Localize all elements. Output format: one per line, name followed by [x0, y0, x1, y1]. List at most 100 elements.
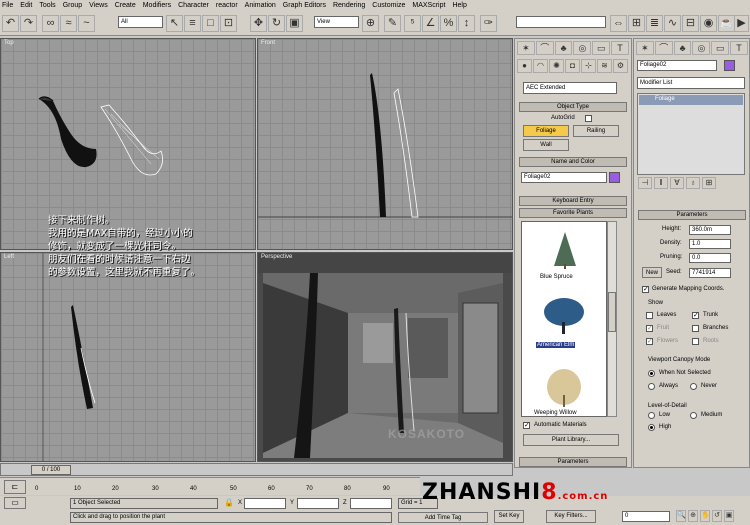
gen-mapping-checkbox[interactable]: ✓ [642, 286, 649, 293]
hierarchy-tab-icon[interactable]: ♣ [554, 41, 573, 55]
render-scene-icon[interactable]: ☕ [718, 15, 735, 32]
unlink-icon[interactable]: ≈ [60, 15, 77, 32]
named-selection-icon[interactable]: ✑ [480, 15, 497, 32]
mirror-icon[interactable]: ⇔ [610, 15, 627, 32]
roots-checkbox[interactable] [692, 338, 699, 345]
rotate-icon[interactable]: ↻ [268, 15, 285, 32]
pruning-field[interactable]: 0.0 [689, 253, 731, 263]
autogrid-checkbox[interactable] [585, 115, 592, 122]
viewport-perspective[interactable]: Perspective KOSAKOTO [257, 252, 513, 462]
menu-rendering[interactable]: Rendering [333, 2, 365, 9]
lock-selection-icon[interactable]: 🔒 [224, 498, 234, 509]
mini-curve-editor-icon[interactable]: ⊏ [4, 480, 26, 494]
create-tab-icon[interactable]: ✶ [517, 41, 535, 55]
parameters-rollout[interactable]: Parameters [638, 210, 746, 220]
maximize-viewport-icon[interactable]: ▣ [724, 510, 734, 522]
bind-space-warp-icon[interactable]: ~ [78, 15, 95, 32]
modify-object-name-field[interactable]: Foliage02 [637, 60, 717, 71]
select-object-icon[interactable]: ↖ [166, 15, 183, 32]
parameters-rollout-collapsed[interactable]: Parameters [519, 457, 627, 467]
set-key-button[interactable]: Set Key [494, 510, 524, 523]
menu-create[interactable]: Create [115, 2, 136, 9]
curve-editor-icon[interactable]: ∿ [664, 15, 681, 32]
fruit-checkbox[interactable]: ✓ [646, 325, 653, 332]
plant-item-blue-spruce[interactable]: Blue Spruce [540, 274, 573, 280]
lod-low-radio[interactable] [648, 412, 655, 419]
lod-medium-radio[interactable] [690, 412, 697, 419]
rect-selection-icon[interactable]: □ [202, 15, 219, 32]
key-filters-button[interactable]: Key Filters... [546, 510, 596, 523]
leaves-checkbox[interactable] [646, 312, 653, 319]
helpers-icon[interactable]: ⊹ [581, 59, 596, 73]
object-name-field[interactable]: Foliage02 [521, 172, 607, 183]
space-warps-icon[interactable]: ≋ [597, 59, 612, 73]
named-selection-sets[interactable] [516, 16, 606, 28]
time-slider[interactable]: 0 / 100 [0, 463, 513, 476]
density-field[interactable]: 1.0 [689, 239, 731, 249]
snap-toggle-icon[interactable]: ⁵ [404, 15, 421, 32]
modify-tab-icon[interactable]: ⌒ [535, 41, 554, 55]
material-editor-icon[interactable]: ◉ [700, 15, 717, 32]
railing-button[interactable]: Railing [573, 125, 619, 137]
menu-graph-editors[interactable]: Graph Editors [283, 2, 326, 9]
select-by-name-icon[interactable]: ≡ [184, 15, 201, 32]
menu-customize[interactable]: Customize [372, 2, 405, 9]
height-field[interactable]: 360.0m [689, 225, 731, 235]
utilities-tab-icon[interactable]: T [730, 41, 748, 55]
utilities-tab-icon[interactable]: T [611, 41, 629, 55]
viewport-left[interactable]: Left [0, 252, 256, 462]
display-tab-icon[interactable]: ▭ [592, 41, 611, 55]
cameras-icon[interactable]: ◘ [565, 59, 580, 73]
menu-tools[interactable]: Tools [39, 2, 55, 9]
viewport-front[interactable]: Front [257, 38, 513, 250]
foliage-button[interactable]: Foliage [523, 125, 569, 137]
object-type-rollout[interactable]: Object Type [519, 102, 627, 112]
create-tab-icon[interactable]: ✶ [636, 41, 654, 55]
menu-animation[interactable]: Animation [245, 2, 276, 9]
plant-list-scrollbar[interactable] [607, 221, 617, 417]
x-coord-field[interactable] [244, 498, 286, 509]
configure-sets-icon[interactable]: ⊞ [702, 177, 716, 189]
trunk-checkbox[interactable]: ✓ [692, 312, 699, 319]
name-color-rollout[interactable]: Name and Color [519, 157, 627, 167]
zoom-all-icon[interactable]: ⊕ [688, 510, 698, 522]
pivot-center-icon[interactable]: ⊕ [362, 15, 379, 32]
undo-icon[interactable]: ↶ [2, 15, 19, 32]
add-time-tag-button[interactable]: Add Time Tag [398, 512, 488, 523]
seed-field[interactable]: 7741914 [689, 268, 731, 278]
modify-color-swatch[interactable] [724, 60, 735, 71]
time-slider-thumb[interactable]: 0 / 100 [31, 465, 71, 475]
menu-edit[interactable]: Edit [20, 2, 32, 9]
plant-item-weeping-willow[interactable]: Weeping Willow [534, 410, 577, 416]
flowers-checkbox[interactable]: ✓ [646, 338, 653, 345]
motion-tab-icon[interactable]: ◎ [692, 41, 711, 55]
z-coord-field[interactable] [350, 498, 392, 509]
geometry-icon[interactable]: ● [517, 59, 532, 73]
lights-icon[interactable]: ✺ [549, 59, 564, 73]
modify-tab-icon[interactable]: ⌒ [654, 41, 673, 55]
plant-library-button[interactable]: Plant Library... [523, 434, 619, 446]
maxscript-listener-icon[interactable]: ▭ [4, 497, 26, 509]
zoom-icon[interactable]: 🔍 [676, 510, 686, 522]
plant-item-american-elm[interactable]: American Elm [536, 342, 576, 348]
menu-reactor[interactable]: reactor [216, 2, 238, 9]
canopy-when-not-selected-radio[interactable] [648, 370, 655, 377]
scrollbar-thumb[interactable] [608, 292, 616, 332]
angle-snap-icon[interactable]: ∠ [422, 15, 439, 32]
percent-snap-icon[interactable]: % [440, 15, 457, 32]
make-unique-icon[interactable]: ∀ [670, 177, 684, 189]
y-coord-field[interactable] [297, 498, 339, 509]
current-frame-field[interactable]: 0 [622, 511, 670, 522]
redo-icon[interactable]: ↷ [20, 15, 37, 32]
keyboard-entry-rollout[interactable]: Keyboard Entry [519, 196, 627, 206]
show-end-result-icon[interactable]: ‖ [654, 177, 668, 189]
move-icon[interactable]: ✥ [250, 15, 267, 32]
menu-help[interactable]: Help [452, 2, 466, 9]
menu-file[interactable]: File [2, 2, 13, 9]
align-icon[interactable]: ⊞ [628, 15, 645, 32]
display-tab-icon[interactable]: ▭ [711, 41, 730, 55]
canopy-always-radio[interactable] [648, 383, 655, 390]
scale-icon[interactable]: ▣ [286, 15, 303, 32]
canopy-never-radio[interactable] [690, 383, 697, 390]
category-dropdown[interactable]: AEC Extended [523, 82, 617, 94]
